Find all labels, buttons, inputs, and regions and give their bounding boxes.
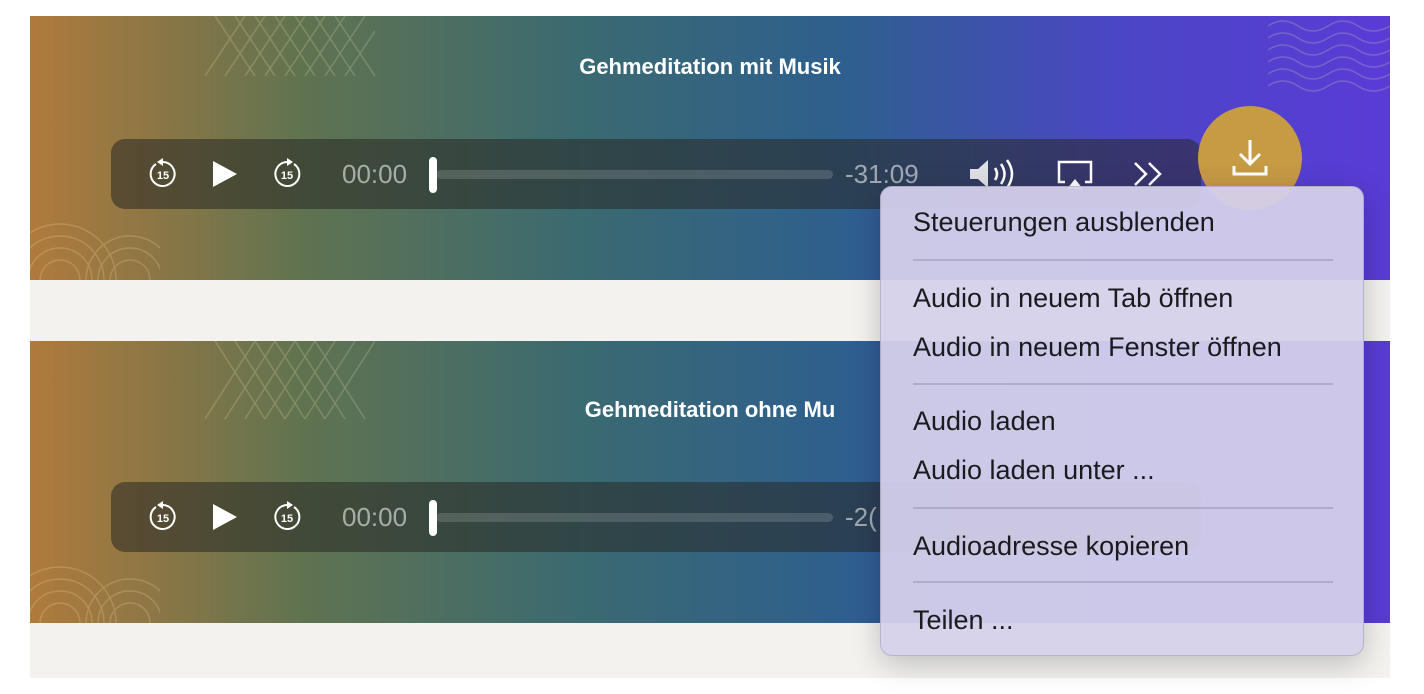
menu-item-open-in-new-window[interactable]: Audio in neuem Fenster öffnen — [913, 332, 1282, 363]
menu-item-download-audio-as[interactable]: Audio laden unter ... — [913, 455, 1155, 486]
menu-item-open-in-new-tab[interactable]: Audio in neuem Tab öffnen — [913, 283, 1233, 314]
skip-back-15-icon[interactable]: 15 — [145, 499, 181, 535]
play-button[interactable] — [207, 499, 243, 535]
skip-forward-15-icon[interactable]: 15 — [269, 499, 305, 535]
play-button[interactable] — [207, 156, 243, 192]
menu-separator — [913, 507, 1333, 509]
skip-back-15-icon[interactable]: 15 — [145, 156, 181, 192]
download-icon — [1232, 140, 1268, 176]
progress-track[interactable] — [436, 513, 833, 522]
current-time: 00:00 — [342, 502, 408, 532]
skip-forward-label: 15 — [281, 513, 293, 525]
menu-item-download-audio[interactable]: Audio laden — [913, 406, 1056, 437]
menu-item-copy-audio-address[interactable]: Audioadresse kopieren — [913, 531, 1189, 562]
skip-back-label: 15 — [157, 513, 169, 525]
skip-forward-15-icon[interactable]: 15 — [269, 156, 305, 192]
play-icon — [213, 504, 237, 530]
current-time: 00:00 — [342, 159, 408, 189]
progress-thumb[interactable] — [429, 157, 437, 193]
skip-back-label: 15 — [157, 170, 169, 182]
context-menu: Steuerungen ausblenden Audio in neuem Ta… — [880, 186, 1364, 656]
card-title: Gehmeditation mit Musik — [579, 54, 841, 79]
menu-item-share[interactable]: Teilen ... — [913, 605, 1014, 636]
menu-separator — [913, 383, 1333, 385]
play-icon — [213, 161, 237, 187]
remaining-time: -2( — [845, 502, 877, 532]
progress-track[interactable] — [436, 170, 833, 179]
menu-separator — [913, 259, 1333, 261]
skip-forward-label: 15 — [281, 170, 293, 182]
menu-item-hide-controls[interactable]: Steuerungen ausblenden — [913, 207, 1215, 238]
progress-thumb[interactable] — [429, 500, 437, 536]
menu-separator — [913, 581, 1333, 583]
